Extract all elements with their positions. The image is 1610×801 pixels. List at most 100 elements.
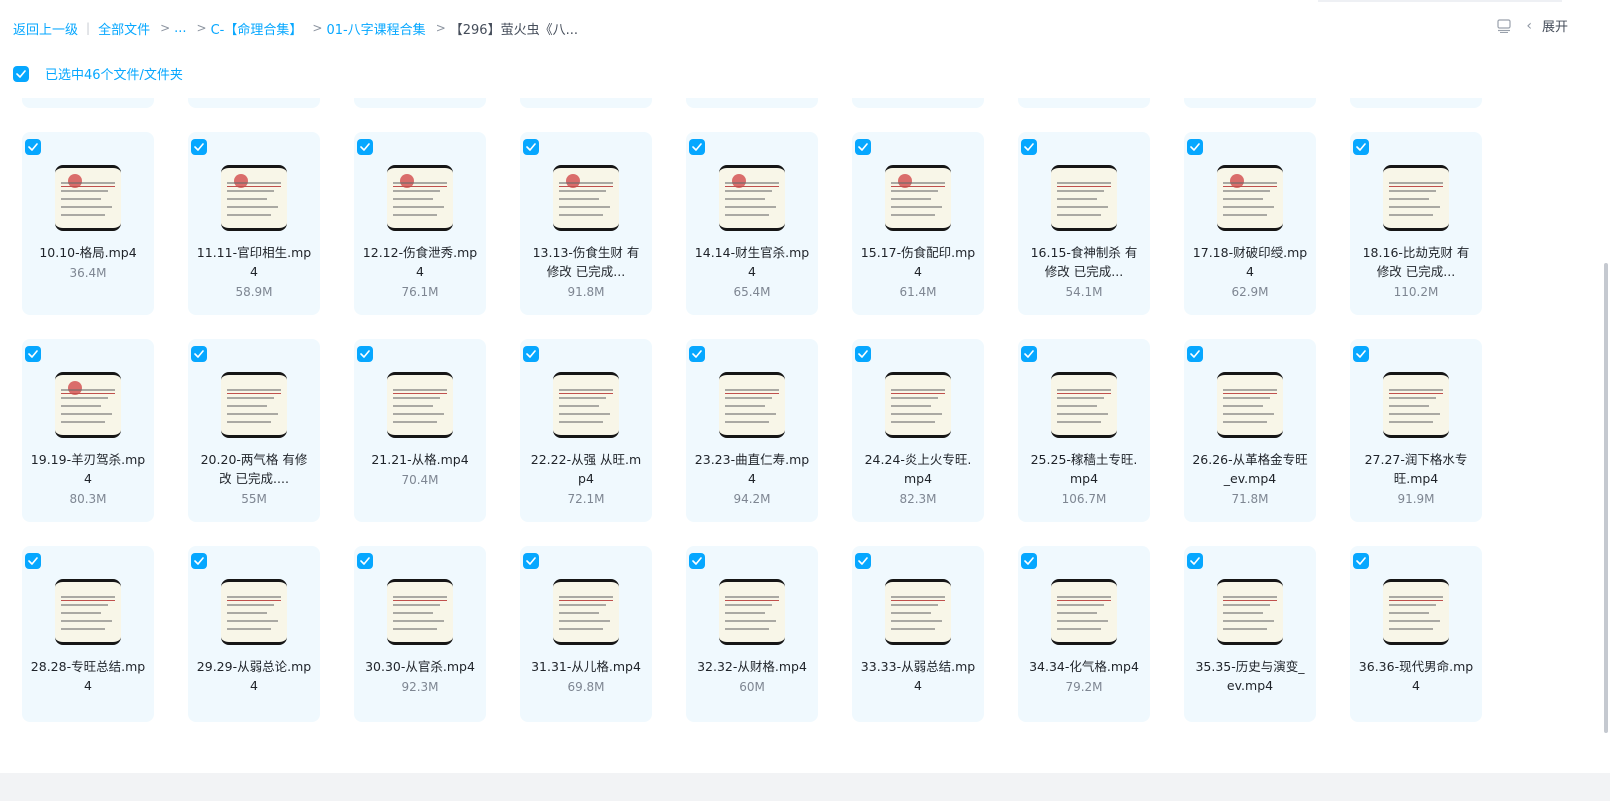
file-checkbox[interactable] — [855, 139, 871, 155]
file-checkbox[interactable] — [523, 553, 539, 569]
thumbnail-text-line — [61, 612, 101, 614]
file-card[interactable]: 44.8M — [852, 98, 984, 108]
file-card[interactable]: 35.35-历史与演变_ev.mp4 — [1184, 546, 1316, 722]
file-checkbox[interactable] — [689, 139, 705, 155]
thumbnail-rule — [61, 600, 115, 601]
file-checkbox[interactable] — [191, 139, 207, 155]
file-card[interactable]: 23.23-曲直仁寿.mp4 94.2M — [686, 339, 818, 522]
file-card[interactable]: 46.5M — [1018, 98, 1150, 108]
file-checkbox[interactable] — [25, 139, 41, 155]
thumbnail-rule — [227, 393, 281, 394]
file-size: 91.9M — [1397, 492, 1435, 506]
file-checkbox[interactable] — [1187, 553, 1203, 569]
file-card[interactable]: 103M — [354, 98, 486, 108]
file-card[interactable]: 33.33-从弱总结.mp4 — [852, 546, 984, 722]
breadcrumb-ellipsis[interactable]: ... — [174, 21, 186, 36]
file-card[interactable]: 19.19-羊刃驾杀.mp4 80.3M — [22, 339, 154, 522]
file-card[interactable]: 10.10-格局.mp4 36.4M — [22, 132, 154, 315]
file-checkbox[interactable] — [1353, 346, 1369, 362]
thumbnail-text-line — [61, 182, 115, 184]
thumbnail-text-line — [1223, 397, 1270, 399]
file-checkbox[interactable] — [357, 346, 373, 362]
file-card[interactable]: 36.36-现代男命.mp4 — [1350, 546, 1482, 722]
breadcrumb-arrow: > — [312, 21, 323, 35]
file-card[interactable]: 37.9M — [22, 98, 154, 108]
file-checkbox[interactable] — [1187, 139, 1203, 155]
file-card[interactable]: 24.24-炎上火专旺.mp4 82.3M — [852, 339, 984, 522]
thumbnail-text-line — [1057, 620, 1108, 622]
thumbnail-text-line — [725, 628, 769, 630]
file-size: 61.4M — [899, 285, 937, 299]
expand-button[interactable]: ‹ 展开 — [1526, 16, 1568, 36]
video-thumbnail — [885, 165, 951, 231]
file-card[interactable]: 法.mp467.1M — [1350, 98, 1482, 108]
file-checkbox[interactable] — [523, 139, 539, 155]
back-link[interactable]: 返回上一级 — [13, 19, 78, 38]
file-checkbox[interactable] — [191, 553, 207, 569]
file-checkbox[interactable] — [689, 346, 705, 362]
scrollbar-thumb[interactable] — [1604, 263, 1608, 733]
file-name: 13.13-伤食生财 有修改 已完成... — [532, 245, 640, 279]
file-card[interactable]: 12.12-伤食泄秀.mp4 76.1M — [354, 132, 486, 315]
file-card[interactable]: 29.29-从弱总论.mp4 — [188, 546, 320, 722]
list-view-icon[interactable] — [1496, 18, 1512, 34]
thumbnail-rule — [1389, 393, 1443, 394]
bottom-bar — [0, 773, 1610, 801]
file-card[interactable]: 26.26-从革格金专旺_ev.mp4 71.8M — [1184, 339, 1316, 522]
file-checkbox[interactable] — [1353, 139, 1369, 155]
thumbnail-text-line — [891, 596, 945, 598]
file-checkbox[interactable] — [25, 346, 41, 362]
file-checkbox[interactable] — [855, 346, 871, 362]
file-card[interactable]: 34.34-化气格.mp4 79.2M — [1018, 546, 1150, 722]
breadcrumb-level2[interactable]: 01-八字课程合集 — [326, 19, 425, 38]
file-card[interactable]: 28.28-专旺总结.mp4 — [22, 546, 154, 722]
thumbnail-rule — [559, 600, 613, 601]
file-card[interactable]: 446.3M — [1184, 98, 1316, 108]
file-card[interactable]: 31.31-从儿格.mp4 69.8M — [520, 546, 652, 722]
file-card[interactable]: 16.15-食神制杀 有修改 已完成... 54.1M — [1018, 132, 1150, 315]
thumbnail-text-line — [559, 405, 599, 407]
file-checkbox[interactable] — [357, 139, 373, 155]
thumbnail-rule — [891, 600, 945, 601]
breadcrumb-level1[interactable]: C-【命理合集】 — [211, 19, 303, 38]
thumbnail-text-line — [1389, 405, 1429, 407]
file-name: 25.25-稼穑土专旺.mp4 — [1030, 452, 1138, 486]
file-card[interactable]: 25.25-稼穑土专旺.mp4 106.7M — [1018, 339, 1150, 522]
file-card[interactable]: 20.20-两气格 有修改 已完成.... 55M — [188, 339, 320, 522]
file-size: 65.4M — [733, 285, 771, 299]
video-thumbnail — [55, 165, 121, 231]
file-checkbox[interactable] — [191, 346, 207, 362]
file-checkbox[interactable] — [689, 553, 705, 569]
file-card[interactable]: 32.32-从财格.mp4 60M — [686, 546, 818, 722]
file-card[interactable]: 13.13-伤食生财 有修改 已完成... 91.8M — [520, 132, 652, 315]
file-checkbox[interactable] — [855, 553, 871, 569]
file-size: 72.1M — [567, 492, 605, 506]
select-all-checkbox[interactable] — [13, 65, 29, 82]
file-checkbox[interactable] — [1021, 346, 1037, 362]
video-thumbnail — [387, 372, 453, 438]
breadcrumb-all-files[interactable]: 全部文件 — [98, 19, 150, 38]
file-card[interactable]: 22.22-从强 从旺.mp4 72.1M — [520, 339, 652, 522]
file-card[interactable]: 18.16-比劫克财 有修改 已完成... 110.2M — [1350, 132, 1482, 315]
file-card[interactable]: 11.11-官印相生.mp4 58.9M — [188, 132, 320, 315]
file-card[interactable]: 30.30-从官杀.mp4 92.3M — [354, 546, 486, 722]
file-checkbox[interactable] — [1353, 553, 1369, 569]
file-card[interactable]: 86.5M — [188, 98, 320, 108]
video-thumbnail — [387, 165, 453, 231]
file-card[interactable]: 59.4M — [686, 98, 818, 108]
file-card[interactable]: 69.2M — [520, 98, 652, 108]
file-checkbox[interactable] — [357, 553, 373, 569]
file-checkbox[interactable] — [1021, 553, 1037, 569]
file-card[interactable]: 15.17-伤食配印.mp4 61.4M — [852, 132, 984, 315]
file-checkbox[interactable] — [25, 553, 41, 569]
file-card[interactable]: 21.21-从格.mp4 70.4M — [354, 339, 486, 522]
video-thumbnail — [1217, 579, 1283, 645]
file-checkbox[interactable] — [1187, 346, 1203, 362]
thumbnail-text-line — [1389, 190, 1436, 192]
thumbnail-text-line — [1389, 604, 1436, 606]
file-checkbox[interactable] — [523, 346, 539, 362]
file-checkbox[interactable] — [1021, 139, 1037, 155]
file-card[interactable]: 14.14-财生官杀.mp4 65.4M — [686, 132, 818, 315]
file-card[interactable]: 27.27-润下格水专旺.mp4 91.9M — [1350, 339, 1482, 522]
file-card[interactable]: 17.18-财破印绶.mp4 62.9M — [1184, 132, 1316, 315]
